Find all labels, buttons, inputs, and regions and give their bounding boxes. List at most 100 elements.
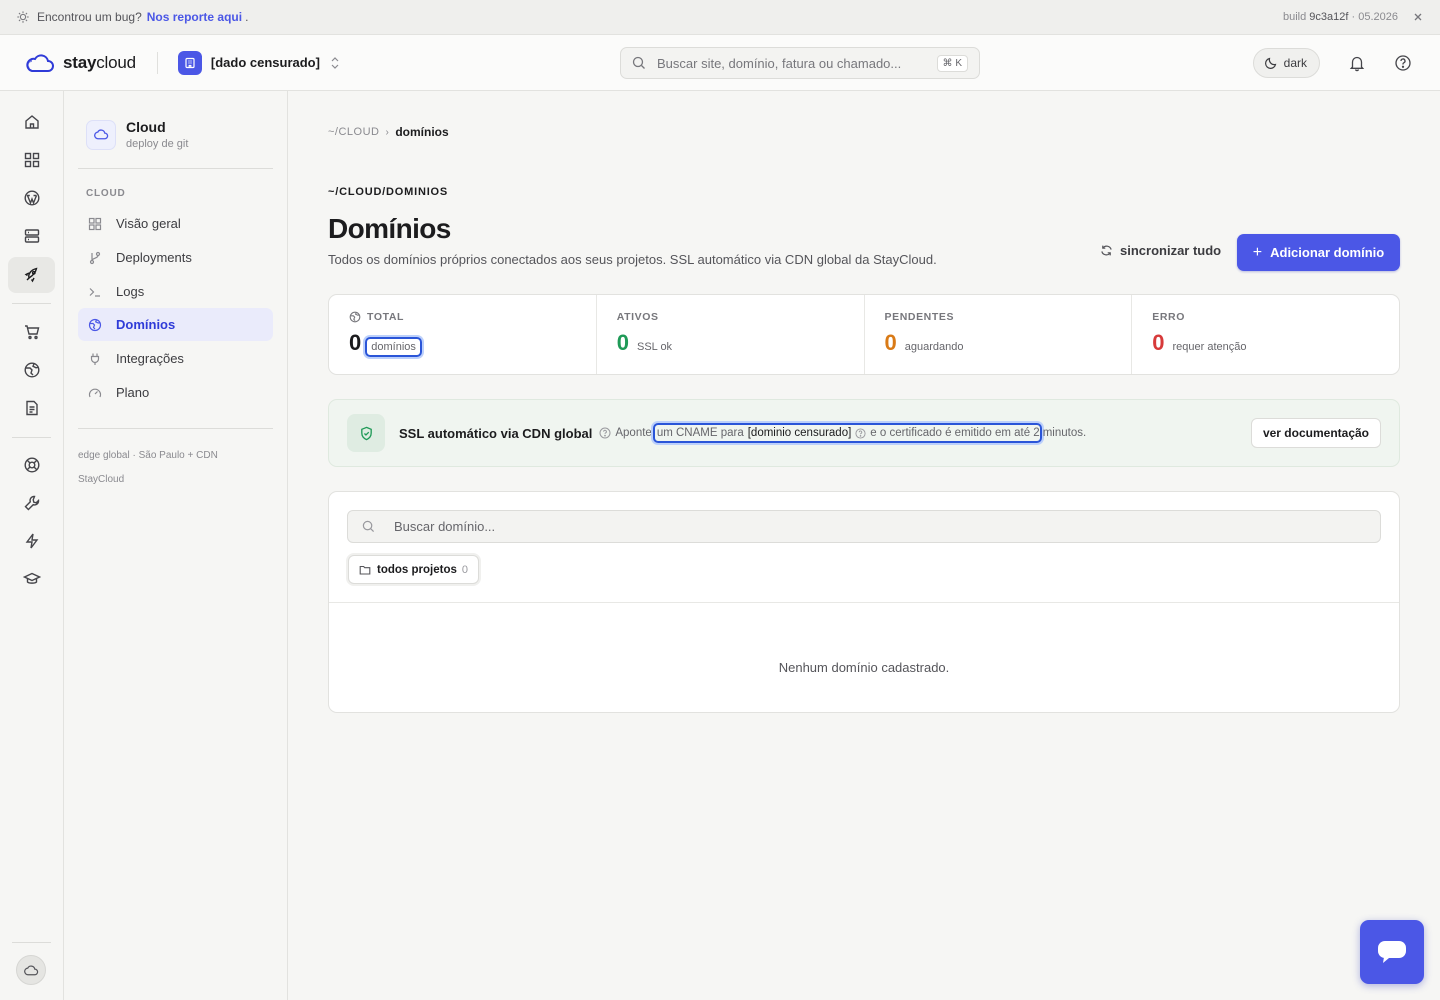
rail-dashboard[interactable]	[8, 142, 55, 178]
close-icon[interactable]	[1412, 11, 1424, 23]
avatar[interactable]	[16, 955, 46, 985]
chat-widget-button[interactable]	[1360, 920, 1424, 984]
grid-icon	[88, 217, 102, 230]
breadcrumb: ~/CLOUD › domínios	[328, 125, 449, 139]
ssl-domain: [dominio censurado]	[747, 427, 852, 439]
search-shortcut-badge: ⌘ K	[936, 54, 968, 72]
theme-label: dark	[1283, 56, 1307, 70]
org-switcher[interactable]: [dado censurado]	[177, 50, 340, 75]
sidebar-item-label: Domínios	[116, 317, 176, 332]
domain-search-input[interactable]: Buscar domínio...	[347, 510, 1381, 543]
rail-servers[interactable]	[8, 218, 55, 254]
rail-divider	[12, 303, 51, 304]
bug-report-bar: Encontrou um bug? Nos reporte aqui . bui…	[0, 0, 1440, 35]
sync-all-label: sincronizar tudo	[1120, 243, 1222, 258]
bug-icon	[17, 11, 29, 23]
breadcrumb-current: domínios	[395, 125, 449, 139]
sidebar-item-integrations[interactable]: Integrações	[78, 342, 273, 375]
rail-academy[interactable]	[8, 561, 55, 597]
sidebar-item-overview[interactable]: Visão geral	[78, 207, 273, 240]
sidebar-item-plan[interactable]: Plano	[78, 376, 273, 409]
stat-total: TOTAL 0 domínios	[329, 295, 597, 374]
plus-icon: +	[1252, 243, 1263, 261]
ssl-text-certificate: e o certificado é emitido em até 2	[870, 427, 1040, 439]
documentation-button[interactable]: ver documentação	[1250, 418, 1381, 448]
rail-performance[interactable]	[8, 523, 55, 559]
rail-invoices[interactable]	[8, 390, 55, 426]
building-icon	[177, 50, 202, 75]
section-sidebar: Cloud deploy de git CLOUD Visão geral De…	[64, 91, 288, 1000]
globe-icon	[88, 318, 102, 331]
sidebar-divider	[78, 168, 273, 169]
refresh-icon	[1101, 245, 1112, 256]
filter-chip-label: todos projetos	[377, 563, 457, 576]
page-path: ~/CLOUD/DOMINIOS	[328, 186, 449, 198]
sidebar-title: Cloud	[126, 119, 166, 135]
help-icon[interactable]	[599, 427, 611, 439]
ssl-text-cname: um CNAME para	[656, 427, 744, 439]
cloud-icon	[86, 119, 116, 150]
rail-domains[interactable]	[8, 352, 55, 388]
lifebuoy-icon	[23, 457, 40, 473]
sidebar-header: Cloud deploy de git	[86, 119, 188, 150]
global-search-placeholder: Buscar site, domínio, fatura ou chamado.…	[657, 55, 902, 71]
domain-search-placeholder: Buscar domínio...	[394, 519, 496, 534]
rail-cloud[interactable]	[8, 257, 55, 293]
ssl-title: SSL automático via CDN global	[399, 425, 593, 441]
bell-icon[interactable]	[1348, 54, 1366, 72]
moon-icon	[1264, 57, 1276, 69]
sync-all-button[interactable]: sincronizar tudo	[1100, 243, 1221, 258]
help-icon[interactable]	[855, 427, 866, 439]
global-search-input[interactable]: Buscar site, domínio, fatura ou chamado.…	[620, 47, 980, 79]
build-hash: 9c3a12f	[1309, 11, 1349, 23]
build-label: build	[1282, 11, 1307, 23]
sidebar-footer-region: edge global · São Paulo + CDN	[78, 450, 218, 461]
sidebar-item-label: Logs	[116, 284, 145, 299]
rail-tools[interactable]	[8, 485, 55, 521]
sidebar-item-label: Plano	[116, 385, 150, 400]
page-description: Todos os domínios próprios conectados ao…	[328, 252, 937, 267]
breadcrumb-root[interactable]: ~/CLOUD	[328, 126, 380, 138]
empty-state: Nenhum domínio cadastrado.	[778, 660, 950, 675]
cart-icon	[24, 325, 39, 340]
gauge-icon	[88, 388, 102, 397]
add-domain-button[interactable]: + Adicionar domínio	[1237, 234, 1400, 271]
server-icon	[24, 229, 39, 243]
rocket-icon	[24, 267, 37, 283]
stat-unit: domínios	[365, 337, 422, 357]
stat-active: ATIVOS 0 SSL ok	[597, 295, 865, 374]
rail-wordpress[interactable]	[8, 180, 55, 216]
rail-home[interactable]	[8, 104, 55, 140]
stat-unit: requer atenção	[1172, 341, 1247, 353]
help-icon[interactable]	[1394, 54, 1412, 72]
page-title: Domínios	[328, 213, 451, 244]
rail-divider-3	[12, 942, 51, 943]
theme-toggle-button[interactable]: dark	[1252, 48, 1320, 78]
cloud-logo-icon	[26, 53, 54, 72]
panel-divider	[329, 602, 1399, 603]
sidebar-item-deployments[interactable]: Deployments	[78, 241, 273, 274]
sidebar-section-label: CLOUD	[86, 188, 126, 199]
bug-text: Encontrou um bug?	[37, 10, 142, 24]
folder-icon	[359, 565, 371, 575]
project-filter-chip[interactable]: todos projetos 0	[348, 555, 479, 584]
sidebar-subtitle: deploy de git	[126, 138, 189, 150]
stat-label: ERRO	[1152, 311, 1185, 323]
chat-icon	[1378, 941, 1406, 963]
logo-text-stay: stay	[63, 52, 97, 72]
globe-icon	[23, 362, 40, 378]
logo-text-cloud: cloud	[96, 52, 136, 72]
wrench-icon	[24, 495, 39, 511]
stats-card: TOTAL 0 domínios ATIVOS 0 SSL ok PENDENT…	[328, 294, 1400, 375]
rail-store[interactable]	[8, 314, 55, 350]
sidebar-item-logs[interactable]: Logs	[78, 275, 273, 308]
report-link[interactable]: Nos reporte aqui	[147, 10, 242, 24]
sidebar-item-domains[interactable]: Domínios	[78, 308, 273, 341]
main-content: ~/CLOUD › domínios ~/CLOUD/DOMINIOS Domí…	[288, 91, 1440, 1000]
staycloud-logo[interactable]: staycloud	[24, 53, 136, 73]
rail-divider-2	[12, 437, 51, 438]
ssl-description: Aponte um CNAME para [dominio censurado]…	[615, 423, 1086, 443]
rail-support[interactable]	[8, 447, 55, 483]
plug-icon	[90, 353, 100, 365]
search-icon	[362, 520, 375, 533]
